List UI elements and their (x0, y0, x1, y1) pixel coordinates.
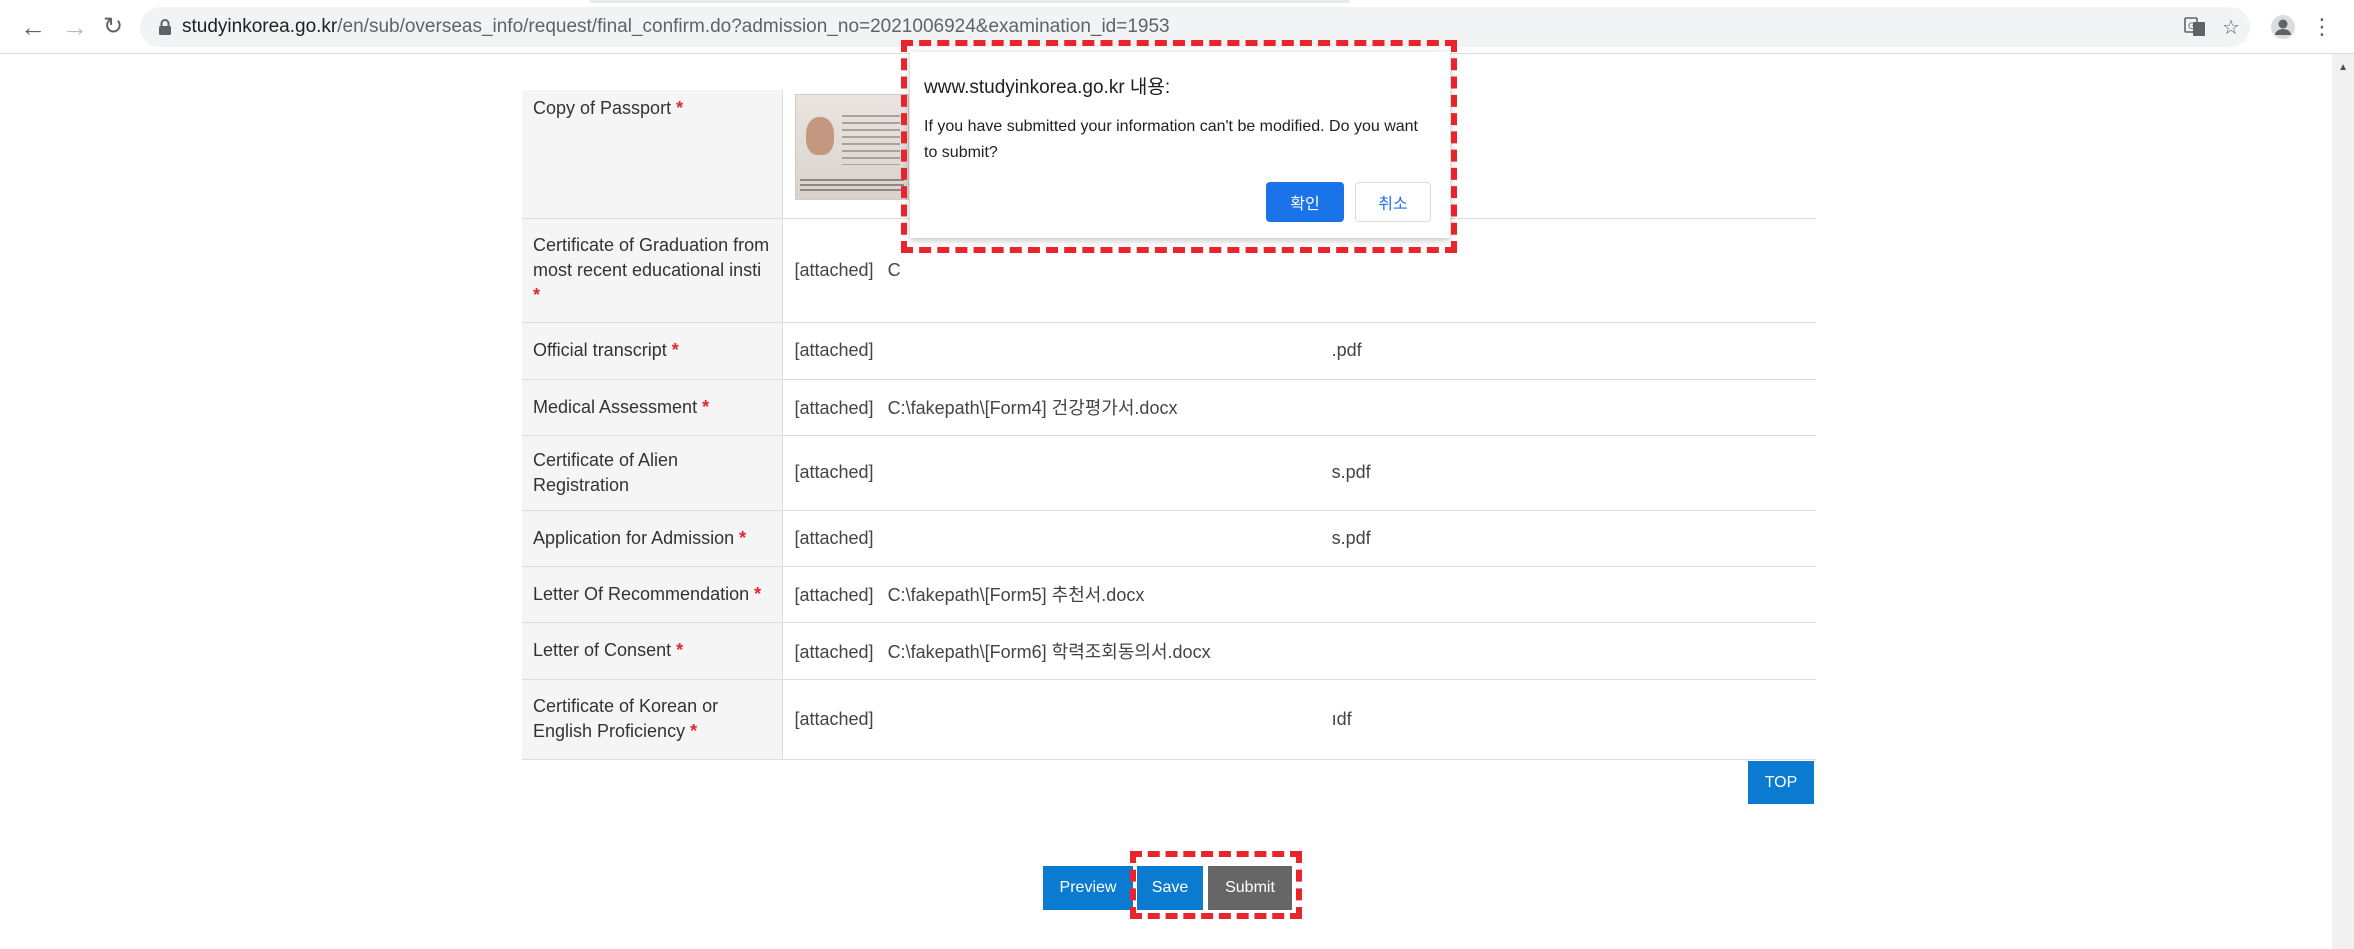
required-mark: * (671, 340, 679, 360)
document-label: Certificate of Alien Registration (522, 435, 783, 511)
required-mark: * (533, 284, 541, 305)
attached-tag: [attached] (794, 527, 874, 548)
document-value: [attached] s.pdf (782, 510, 1816, 567)
required-mark: * (754, 583, 762, 604)
forward-icon[interactable]: → (58, 10, 92, 44)
passport-text-lines (841, 115, 900, 165)
lock-icon (159, 19, 171, 35)
url-host: studyinkorea.go.kr (182, 16, 338, 37)
menu-icon[interactable]: ⋮ (2305, 10, 2339, 44)
attached-tag: [attached] (794, 340, 874, 360)
preview-button[interactable]: Preview (1043, 866, 1133, 910)
scroll-up-icon[interactable]: ▲ (2338, 62, 2348, 73)
label-text: Letter of Consent (533, 640, 672, 660)
passport-mrz (799, 179, 904, 191)
table-row: Letter of Consent * [attached] C:\fakepat… (522, 622, 1816, 680)
passport-photo (805, 117, 834, 155)
required-mark: * (676, 98, 684, 118)
label-text: Letter Of Recommendation (533, 583, 750, 604)
back-icon[interactable]: ← (16, 10, 50, 44)
url-text[interactable]: studyinkorea.go.kr/en/sub/overseas_info/… (182, 16, 1170, 38)
file-name[interactable]: ıdf (1332, 709, 1352, 729)
attached-tag: [attached] (794, 462, 874, 482)
document-value: [attached] C:\fakepath\[Form6] 학력조회동의서.do… (782, 622, 1816, 680)
svg-text:G: G (2188, 22, 2195, 32)
attached-tag: [attached] (794, 641, 874, 662)
attached-tag: [attached] (794, 259, 874, 280)
document-label: Application for Admission * (522, 510, 783, 567)
attached-tag: [attached] (794, 398, 874, 418)
table-row: Letter Of Recommendation * [attached] C:\… (522, 566, 1816, 623)
attached-tag: [attached] (794, 585, 874, 605)
reload-icon[interactable]: ↻ (96, 10, 130, 44)
document-label: Certificate of Korean or English Profici… (522, 679, 783, 760)
document-label: Official transcript * (522, 322, 783, 380)
url-path: /en/sub/overseas_info/request/final_conf… (337, 16, 1170, 37)
label-text: Copy of Passport (533, 98, 672, 118)
table-row: Certificate of Korean or English Profici… (522, 679, 1816, 760)
label-text: Certificate of Graduation from most rece… (533, 234, 770, 280)
file-name[interactable]: C:\fakepath\[Form5] 추천서.docx (888, 585, 1145, 605)
required-mark: * (676, 640, 684, 660)
highlight-save-submit (1130, 851, 1302, 919)
label-text: Official transcript (533, 340, 667, 360)
document-label: Medical Assessment * (522, 379, 783, 436)
file-name[interactable]: C:\fakepath\[Form4] 건강평가서.docx (888, 398, 1178, 418)
table-row: Official transcript * [attached] .pdf (522, 322, 1816, 380)
table-row: Certificate of Alien Registration [attac… (522, 435, 1816, 511)
star-icon[interactable]: ☆ (2220, 16, 2242, 39)
label-text: Medical Assessment (533, 396, 698, 417)
file-name[interactable]: .pdf (1332, 340, 1362, 360)
attached-tag: [attached] (794, 708, 874, 729)
page-scrollbar[interactable] (2332, 54, 2354, 949)
passport-thumbnail[interactable] (794, 94, 909, 200)
top-button[interactable]: TOP (1748, 761, 1814, 804)
translate-icon[interactable]: G (2184, 16, 2206, 38)
document-value: [attached] .pdf (782, 322, 1816, 380)
file-name[interactable]: s.pdf (1332, 462, 1371, 482)
table-row: Medical Assessment * [attached] C:\fakepa… (522, 379, 1816, 436)
required-mark: * (690, 721, 698, 741)
table-row: Application for Admission * [attached] s.… (522, 510, 1816, 567)
document-value: [attached] s.pdf (782, 435, 1816, 511)
document-label: Certificate of Graduation from most rece… (522, 218, 783, 323)
file-name[interactable]: C:\fakepath\[Form6] 학력조회동의서.docx (888, 642, 1211, 662)
tab-strip (590, 0, 1350, 3)
required-mark: * (702, 396, 710, 417)
file-name[interactable]: C (888, 260, 901, 280)
document-value: [attached] ıdf (782, 679, 1816, 760)
document-label: Letter of Consent * (522, 622, 783, 680)
document-value: [attached] C:\fakepath\[Form5] 추천서.docx (782, 566, 1816, 623)
label-text: Certificate of Alien Registration (533, 449, 679, 495)
highlight-dialog (901, 40, 1457, 253)
label-text: Application for Admission (533, 527, 735, 548)
required-mark: * (739, 527, 747, 548)
file-name[interactable]: s.pdf (1332, 528, 1371, 548)
document-value: [attached] C:\fakepath\[Form4] 건강평가서.docx (782, 379, 1816, 436)
profile-icon[interactable] (2266, 10, 2300, 44)
document-label: Copy of Passport * (522, 90, 783, 219)
document-label: Letter Of Recommendation * (522, 566, 783, 623)
